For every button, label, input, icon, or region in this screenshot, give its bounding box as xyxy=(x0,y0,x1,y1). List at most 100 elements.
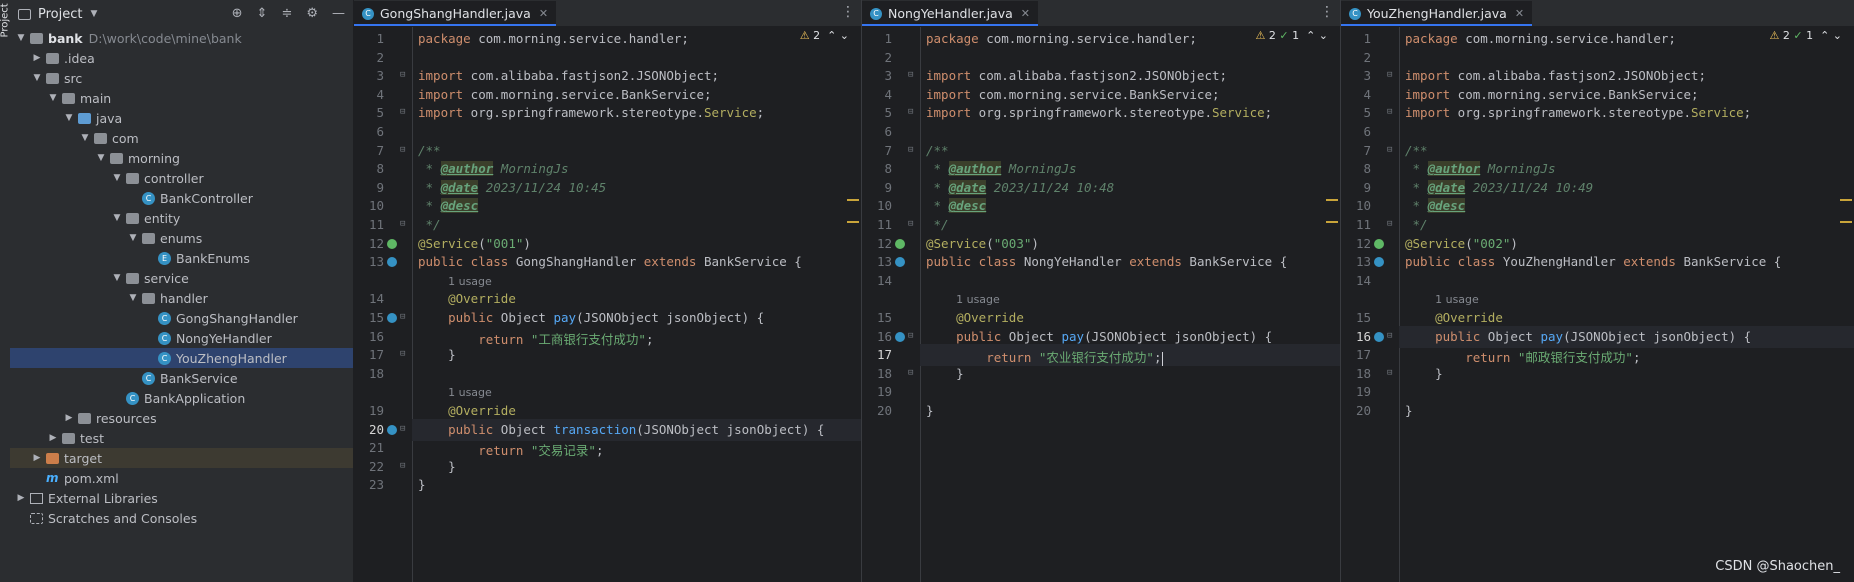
tree-item[interactable]: ▼ morning xyxy=(10,148,353,168)
chevron-down-icon[interactable]: ▼ xyxy=(110,213,124,223)
collapse-all-icon[interactable]: ≑ xyxy=(281,6,292,21)
chevron-right-icon[interactable]: ▶ xyxy=(30,53,44,63)
warning-stripe-mark[interactable] xyxy=(1840,221,1852,224)
editor-tab[interactable]: C YouZhengHandler.java ✕ xyxy=(1341,1,1533,26)
tree-item[interactable]: ▼ service xyxy=(10,268,353,288)
warning-stripe-mark[interactable] xyxy=(1326,221,1338,224)
implements-icon[interactable] xyxy=(387,257,397,268)
tree-item[interactable]: ▶ resources xyxy=(10,408,353,428)
fold-marker-icon[interactable]: ⊟ xyxy=(908,70,913,80)
tree-item[interactable]: C BankApplication xyxy=(10,388,353,408)
fold-marker-icon[interactable]: ⊟ xyxy=(908,219,913,229)
chevron-right-icon[interactable]: ▶ xyxy=(30,453,44,463)
chevron-down-icon[interactable]: ▼ xyxy=(62,113,76,123)
fold-marker-icon[interactable]: ⊟ xyxy=(1387,219,1392,229)
fold-marker-icon[interactable]: ⊟ xyxy=(1387,107,1392,117)
chevron-right-icon[interactable]: ▶ xyxy=(46,433,60,443)
chevron-down-icon[interactable]: ▼ xyxy=(90,9,97,19)
chevron-down-icon[interactable]: ▼ xyxy=(110,173,124,183)
chevron-down-icon[interactable]: ▼ xyxy=(126,233,140,243)
tree-item[interactable]: ▼ com xyxy=(10,128,353,148)
tree-item[interactable]: ▶ test xyxy=(10,428,353,448)
tree-item[interactable]: ▼ java xyxy=(10,108,353,128)
fold-marker-icon[interactable]: ⊟ xyxy=(1387,368,1392,378)
fold-marker-icon[interactable]: ⊟ xyxy=(400,70,405,80)
fold-marker-icon[interactable]: ⊟ xyxy=(400,145,405,155)
chevron-down-icon[interactable]: ▼ xyxy=(110,273,124,283)
chevron-right-icon[interactable]: ▶ xyxy=(62,413,76,423)
implements-icon[interactable] xyxy=(1374,331,1384,342)
implements-icon[interactable] xyxy=(387,424,397,435)
expand-all-icon[interactable]: ⇕ xyxy=(257,6,268,21)
fold-marker-icon[interactable]: ⊟ xyxy=(1387,331,1392,341)
implements-icon[interactable] xyxy=(1374,257,1384,268)
inspection-widget[interactable]: ⚠ 2 ✓ 1 ⌃ ⌄ xyxy=(1255,29,1328,42)
more-icon[interactable]: ⋮ xyxy=(1320,4,1334,20)
project-tool-label[interactable]: Project xyxy=(0,3,11,37)
tree-item[interactable]: ▼ bank D:\work\code\mine\bank xyxy=(10,28,353,48)
tree-item[interactable]: C GongShangHandler xyxy=(10,308,353,328)
close-icon[interactable]: ✕ xyxy=(1021,7,1030,20)
chevron-down-icon[interactable]: ▼ xyxy=(46,93,60,103)
tree-item[interactable]: C NongYeHandler xyxy=(10,328,353,348)
implements-icon[interactable] xyxy=(895,257,905,268)
tree-item[interactable]: ▶ target xyxy=(10,448,353,468)
chevron-up-icon[interactable]: ⌃ xyxy=(827,29,836,42)
warning-stripe-mark[interactable] xyxy=(1326,199,1338,202)
project-panel-title[interactable]: Project xyxy=(38,7,82,22)
fold-marker-icon[interactable]: ⊟ xyxy=(1387,145,1392,155)
fold-marker-icon[interactable]: ⊟ xyxy=(908,368,913,378)
warning-stripe-mark[interactable] xyxy=(847,221,859,224)
tree-item[interactable]: ▼ entity xyxy=(10,208,353,228)
fold-marker-icon[interactable]: ⊟ xyxy=(908,107,913,117)
fold-marker-icon[interactable]: ⊟ xyxy=(400,312,405,322)
hide-icon[interactable]: — xyxy=(332,6,345,21)
chevron-down-icon[interactable]: ▼ xyxy=(30,73,44,83)
fold-marker-icon[interactable]: ⊟ xyxy=(908,331,913,341)
tree-item[interactable]: ▼ src xyxy=(10,68,353,88)
chevron-right-icon[interactable]: ▶ xyxy=(14,493,28,503)
spring-bean-icon[interactable] xyxy=(895,238,905,249)
implements-icon[interactable] xyxy=(387,313,397,323)
chevron-up-icon[interactable]: ⌃ xyxy=(1820,29,1829,42)
chevron-down-icon[interactable]: ▼ xyxy=(78,133,92,143)
fold-marker-icon[interactable]: ⊟ xyxy=(400,219,405,229)
fold-marker-icon[interactable]: ⊟ xyxy=(1387,70,1392,80)
tree-item[interactable]: ▼ controller xyxy=(10,168,353,188)
tree-item[interactable]: ▶ .idea xyxy=(10,48,353,68)
inspection-widget[interactable]: ⚠ 2 ✓ 1 ⌃ ⌄ xyxy=(1769,29,1842,42)
more-icon[interactable]: ⋮ xyxy=(841,4,855,20)
editor-tab[interactable]: C GongShangHandler.java ✕ xyxy=(354,1,557,26)
close-icon[interactable]: ✕ xyxy=(1515,7,1524,20)
close-icon[interactable]: ✕ xyxy=(539,7,548,20)
implements-icon[interactable] xyxy=(895,331,905,342)
chevron-down-icon[interactable]: ▼ xyxy=(126,293,140,303)
chevron-down-icon[interactable]: ⌄ xyxy=(1833,29,1842,42)
fold-marker-icon[interactable]: ⊟ xyxy=(400,349,405,359)
tree-item[interactable]: Scratches and Consoles xyxy=(10,508,353,528)
chevron-down-icon[interactable]: ▼ xyxy=(14,33,28,43)
tree-item[interactable]: C BankService xyxy=(10,368,353,388)
gear-icon[interactable]: ⚙ xyxy=(306,6,318,21)
fold-marker-icon[interactable]: ⊟ xyxy=(400,107,405,117)
fold-marker-icon[interactable]: ⊟ xyxy=(908,145,913,155)
spring-bean-icon[interactable] xyxy=(1374,238,1384,249)
code-area[interactable]: ⚠ 2 ✓ 1 ⌃ ⌄ 1 package com.morning.service.… xyxy=(1341,27,1854,582)
chevron-down-icon[interactable]: ⌄ xyxy=(1319,29,1328,42)
code-area[interactable]: ⚠ 2 ✓ 1 ⌃ ⌄ 1 package com.morning.service.… xyxy=(862,27,1340,582)
warning-stripe-mark[interactable] xyxy=(1840,199,1852,202)
tree-item[interactable]: E BankEnums xyxy=(10,248,353,268)
inspection-widget[interactable]: ⚠ 2 ⌃ ⌄ xyxy=(800,29,849,42)
tree-item[interactable]: ▼ main xyxy=(10,88,353,108)
fold-marker-icon[interactable]: ⊟ xyxy=(400,461,405,471)
chevron-down-icon[interactable]: ▼ xyxy=(94,153,108,163)
editor-tab[interactable]: C NongYeHandler.java ✕ xyxy=(862,1,1038,26)
chevron-up-icon[interactable]: ⌃ xyxy=(1306,29,1315,42)
tree-item[interactable]: ▼ enums xyxy=(10,228,353,248)
code-area[interactable]: ⚠ 2 ⌃ ⌄ 1 package com.morning.service.hand… xyxy=(354,27,861,582)
chevron-down-icon[interactable]: ⌄ xyxy=(840,29,849,42)
tree-item[interactable]: ▼ handler xyxy=(10,288,353,308)
locate-icon[interactable]: ⊕ xyxy=(232,6,243,21)
fold-marker-icon[interactable]: ⊟ xyxy=(400,424,405,434)
tree-item[interactable]: C YouZhengHandler xyxy=(10,348,353,368)
